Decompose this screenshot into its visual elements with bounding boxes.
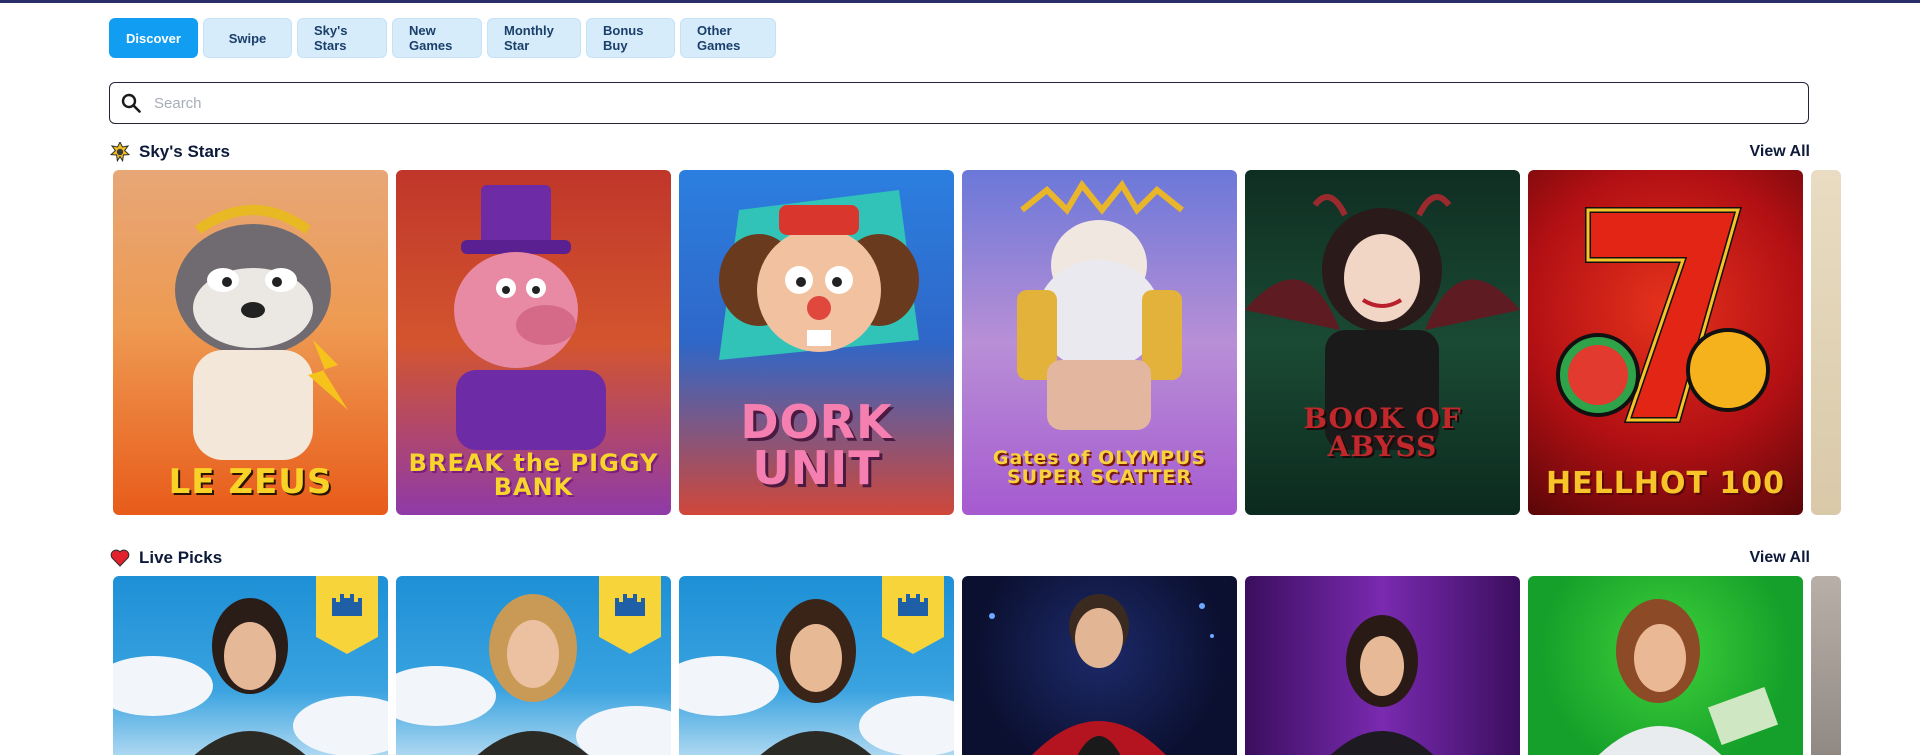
games-row-skys-stars: LE ZEUS BREAK the PIGGY BANK DORK UNIT G… [113, 170, 1843, 515]
game-title: BREAK the PIGGY BANK [408, 449, 659, 501]
live-game-card[interactable] [962, 576, 1237, 755]
game-card-dork-unit[interactable]: DORK UNIT [679, 170, 954, 515]
game-title: LE ZEUS [168, 462, 333, 502]
live-game-card[interactable] [113, 576, 388, 755]
game-card-partial[interactable] [1811, 170, 1841, 515]
tab-bonus-buy[interactable]: Bonus Buy [586, 18, 675, 58]
search-input[interactable] [152, 84, 1808, 122]
heart-icon [110, 548, 130, 568]
game-artwork [1245, 194, 1520, 450]
game-title: HELLHOT 100 [1546, 466, 1785, 501]
live-game-card[interactable] [396, 576, 671, 755]
game-card-le-zeus[interactable]: LE ZEUS [113, 170, 388, 515]
view-all-link[interactable]: View All [1750, 143, 1810, 161]
live-game-card[interactable] [1245, 576, 1520, 755]
section-header-skys-stars: Sky's Stars View All [110, 140, 1810, 164]
live-game-card[interactable] [1528, 576, 1803, 755]
section-title: Live Picks [139, 548, 223, 567]
game-card-break-the-piggy-bank[interactable]: BREAK the PIGGY BANK [396, 170, 671, 515]
game-card-book-of-abyss[interactable]: BOOK OF ABYSS [1245, 170, 1520, 515]
game-title: DORK UNIT [740, 395, 893, 495]
star-badge-icon [110, 142, 130, 162]
search-icon [119, 91, 143, 115]
category-tabs: Discover Swipe Sky's Stars New Games Mon… [109, 18, 776, 58]
tab-monthly-star[interactable]: Monthly Star [487, 18, 581, 58]
section-title: Sky's Stars [139, 142, 230, 161]
game-title: BOOK OF ABYSS [1303, 402, 1462, 463]
tab-discover[interactable]: Discover [109, 18, 198, 58]
game-artwork [1556, 207, 1770, 423]
live-dealer-image [989, 594, 1214, 755]
search-bar[interactable] [109, 82, 1809, 124]
section-header-live-picks: Live Picks View All [110, 546, 1810, 570]
game-card-gates-of-olympus[interactable]: Gates of OLYMPUS SUPER SCATTER [962, 170, 1237, 515]
live-dealer-image [1330, 615, 1434, 755]
top-border [0, 0, 1920, 3]
live-game-card[interactable] [679, 576, 954, 755]
games-row-live-picks [113, 576, 1843, 755]
tab-new-games[interactable]: New Games [392, 18, 482, 58]
tab-swipe[interactable]: Swipe [203, 18, 292, 58]
live-game-card-partial[interactable] [1811, 576, 1841, 755]
view-all-link[interactable]: View All [1750, 549, 1810, 567]
tab-skys-stars[interactable]: Sky's Stars [297, 18, 387, 58]
tab-other-games[interactable]: Other Games [680, 18, 776, 58]
live-dealer-image [1598, 599, 1779, 755]
game-title: Gates of OLYMPUS SUPER SCATTER [992, 447, 1207, 488]
game-card-hellhot-100[interactable]: HELLHOT 100 [1528, 170, 1803, 515]
